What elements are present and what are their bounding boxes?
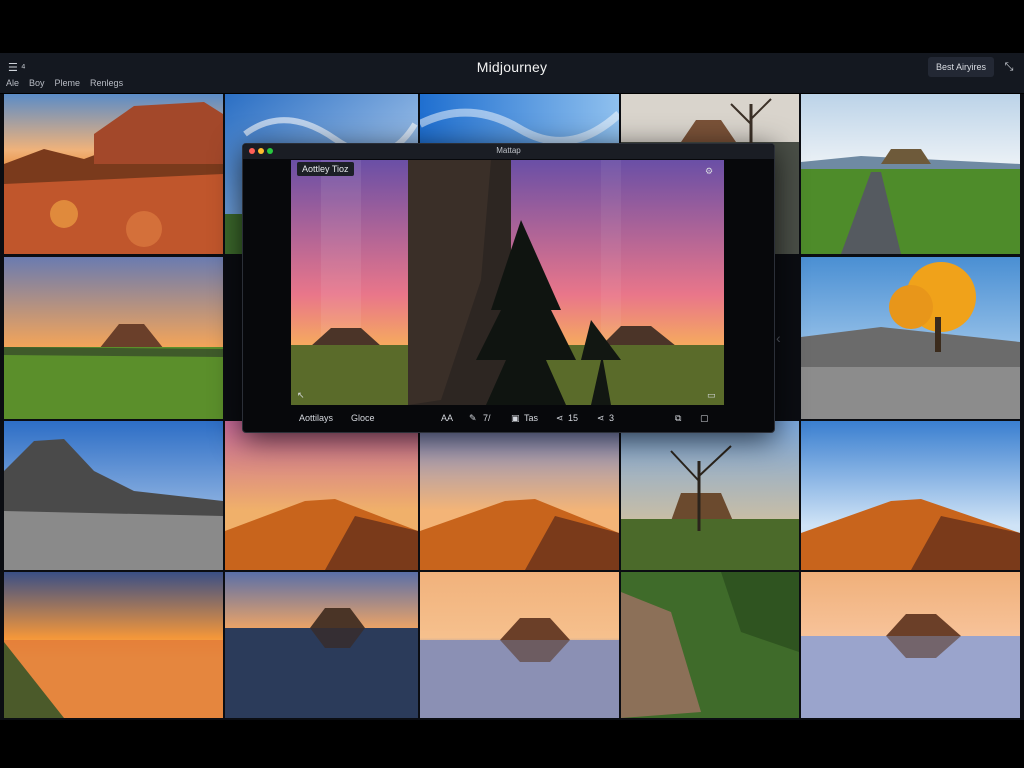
- copy-icon[interactable]: ⧉: [675, 413, 681, 424]
- edit-count: 7/: [483, 413, 491, 423]
- image-tile[interactable]: [225, 572, 418, 718]
- tree-butte-field-image: [621, 421, 799, 570]
- menu-item-pleme[interactable]: Pleme: [55, 78, 81, 88]
- share-count: 15: [568, 413, 579, 423]
- settings-icon[interactable]: ⚙: [705, 166, 713, 177]
- orange-ridge-image: [801, 421, 1020, 570]
- image-tile[interactable]: [4, 421, 223, 570]
- rocky-peak-bw-image: [4, 421, 223, 570]
- image-tile[interactable]: [4, 572, 223, 718]
- tag-label[interactable]: Tas: [524, 413, 538, 423]
- image-tile[interactable]: [801, 257, 1020, 419]
- pine-sunset-image: [291, 160, 724, 405]
- bottom-bar: [0, 720, 1024, 768]
- text-size-button[interactable]: AA: [441, 413, 453, 423]
- butte-reflection-image: [420, 572, 619, 718]
- cursor-icon[interactable]: ↖: [297, 390, 305, 401]
- sunset-lake-image: [4, 572, 223, 718]
- best-airyires-button[interactable]: Best Airyires: [928, 57, 994, 77]
- preview-label: Aottley Tioz: [297, 162, 354, 176]
- tag-icon[interactable]: ▣: [511, 413, 520, 424]
- image-tile[interactable]: [801, 572, 1020, 718]
- preview-window: Mattap Aottley Tioz ⚙ ↖ ▭ Aottilays Gloc…: [242, 143, 775, 433]
- butte-reflection-image: [225, 572, 418, 718]
- fullscreen-icon[interactable]: ▭: [707, 390, 716, 401]
- footer-label-aottilays[interactable]: Aottilays: [299, 413, 333, 423]
- share-alt-count: 3: [609, 413, 615, 423]
- road-butte-image: [801, 94, 1020, 254]
- chevron-left-icon[interactable]: ‹: [776, 330, 781, 346]
- orange-ridge-image: [420, 421, 619, 570]
- preview-image[interactable]: [291, 160, 724, 405]
- window-footer: Aottilays Gloce AA ✎ 7/ ▣ Tas ⋖ 15 ⋖ 3 ⧉…: [243, 408, 774, 430]
- image-tile[interactable]: [225, 421, 418, 570]
- menu-item-boy[interactable]: Boy: [29, 78, 45, 88]
- edit-icon[interactable]: ✎: [469, 413, 477, 424]
- rocky-desert-image: [4, 94, 223, 254]
- share-icon[interactable]: ⋖: [556, 413, 564, 424]
- rock-field-image: [621, 572, 799, 718]
- image-tile[interactable]: [621, 572, 799, 718]
- butte-reflection-image: [801, 572, 1020, 718]
- image-tile[interactable]: [801, 421, 1020, 570]
- share-alt-icon[interactable]: ⋖: [597, 413, 605, 424]
- app-title: Midjourney: [476, 59, 548, 75]
- menu-bar: Ale Boy Pleme Renlegs: [6, 78, 123, 88]
- golden-tree-image: [801, 257, 1020, 419]
- image-tile[interactable]: [801, 94, 1020, 254]
- sunset-butte-meadow-image: [4, 257, 223, 419]
- expand-icon[interactable]: ⤡: [998, 57, 1020, 77]
- window-titlebar: Mattap: [243, 144, 774, 159]
- footer-label-gloce[interactable]: Gloce: [351, 413, 375, 423]
- image-tile[interactable]: [621, 421, 799, 570]
- menu-item-ale[interactable]: Ale: [6, 78, 19, 88]
- app-toolbar: ☰ ⁴ Midjourney Ale Boy Pleme Renlegs Bes…: [0, 53, 1024, 93]
- image-tile[interactable]: [4, 94, 223, 254]
- window-title: Mattap: [496, 146, 521, 155]
- image-tile[interactable]: [420, 572, 619, 718]
- menu-item-renlegs[interactable]: Renlegs: [90, 78, 123, 88]
- orange-ridge-image: [225, 421, 418, 570]
- image-tile[interactable]: [420, 421, 619, 570]
- image-tile[interactable]: [4, 257, 223, 419]
- frame-icon[interactable]: ▢: [700, 413, 709, 424]
